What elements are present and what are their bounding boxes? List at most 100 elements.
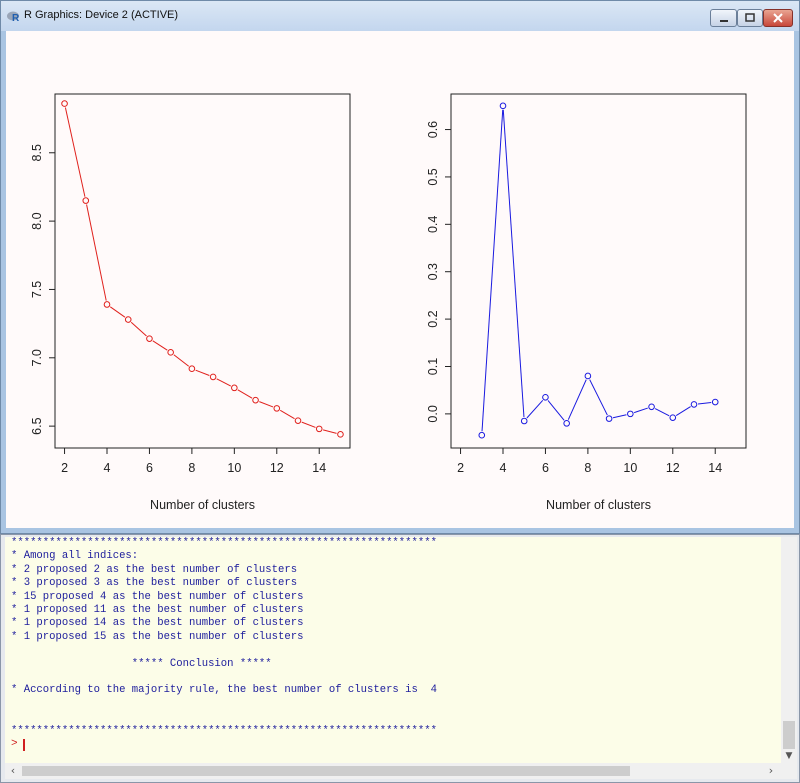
y-tick-label: 0.5 bbox=[426, 168, 440, 185]
x-axis-label: Number of clusters bbox=[546, 498, 651, 512]
x-tick-label: 6 bbox=[146, 461, 153, 475]
window-title: R Graphics: Device 2 (ACTIVE) bbox=[24, 9, 179, 21]
x-tick-label: 14 bbox=[312, 461, 326, 475]
x-tick-label: 12 bbox=[666, 461, 680, 475]
x-tick-label: 6 bbox=[542, 461, 549, 475]
graphics-window: R R Graphics: Device 2 (ACTIVE) 2 4 6 8 10 12… bbox=[0, 0, 800, 534]
minimize-button[interactable] bbox=[710, 9, 737, 27]
text-cursor bbox=[23, 739, 25, 751]
maximize-button[interactable] bbox=[737, 9, 763, 27]
data-point bbox=[605, 415, 613, 422]
console-prompt: > bbox=[11, 738, 18, 750]
series-line-segment bbox=[152, 340, 168, 351]
console-line: * 1 proposed 11 as the best number of cl… bbox=[11, 604, 304, 616]
series-line-segment bbox=[547, 400, 565, 421]
y-tick-label: 6.5 bbox=[30, 417, 44, 434]
x-tick-label: 2 bbox=[457, 461, 464, 475]
data-point bbox=[337, 431, 344, 438]
console-line: ****************************************… bbox=[11, 537, 437, 549]
data-point bbox=[542, 393, 549, 401]
data-point bbox=[563, 420, 570, 427]
x-tick-label: 10 bbox=[227, 461, 241, 475]
data-point bbox=[478, 431, 486, 439]
data-point bbox=[273, 405, 281, 412]
r-logo-icon: R bbox=[7, 11, 20, 22]
series-line-segment bbox=[654, 408, 670, 417]
y-tick-label: 7.0 bbox=[30, 349, 44, 366]
data-point bbox=[499, 102, 507, 110]
horizontal-scroll-thumb[interactable] bbox=[22, 766, 630, 776]
x-tick-label: 10 bbox=[623, 461, 637, 475]
y-tick-label: 0.0 bbox=[426, 405, 440, 422]
console-line: * 1 proposed 15 as the best number of cl… bbox=[11, 630, 304, 643]
console-line: ****************************************… bbox=[11, 724, 437, 737]
series-line-segment bbox=[589, 379, 608, 416]
x-tick-label: 4 bbox=[104, 461, 111, 475]
data-point bbox=[690, 401, 698, 408]
title-bar[interactable]: R R Graphics: Device 2 (ACTIVE) bbox=[1, 1, 799, 31]
scrollbar-corner bbox=[781, 763, 797, 779]
data-point bbox=[315, 425, 323, 433]
y-tick-label: 0.2 bbox=[426, 310, 440, 327]
svg-text:R: R bbox=[12, 13, 20, 22]
data-point bbox=[231, 384, 238, 392]
y-tick-label: 0.1 bbox=[426, 358, 440, 375]
vertical-scroll-thumb[interactable] bbox=[783, 721, 795, 749]
data-point bbox=[146, 335, 153, 342]
minimize-icon bbox=[720, 20, 728, 22]
scroll-left-icon[interactable]: ‹ bbox=[5, 763, 21, 779]
data-point bbox=[711, 398, 719, 406]
data-point bbox=[627, 410, 634, 418]
series-line-segment bbox=[173, 354, 190, 367]
plot-right: 2 4 6 8 10 12 14 0.0 0.1 0.2 0.3 0.4 0.5 0.6 Number of… bbox=[426, 93, 747, 512]
plot-left: 2 4 6 8 10 12 14 6.5 7.0 7.5 8.0 8.5 Number of clust… bbox=[30, 93, 351, 512]
x-tick-label: 8 bbox=[188, 461, 195, 475]
y-tick-label: 8.0 bbox=[30, 212, 44, 229]
data-point bbox=[294, 417, 302, 424]
series-line-segment bbox=[195, 369, 210, 376]
series-line-segment bbox=[526, 399, 544, 419]
series-line-segment bbox=[612, 414, 627, 419]
data-point bbox=[124, 316, 132, 323]
plot-frame bbox=[54, 93, 351, 449]
console-line: * 1 proposed 14 as the best number of cl… bbox=[11, 617, 304, 630]
series-line-segment bbox=[322, 429, 337, 434]
x-tick-label: 8 bbox=[584, 461, 591, 475]
scroll-right-icon[interactable]: › bbox=[763, 763, 779, 779]
console-output[interactable]: ****************************************… bbox=[5, 537, 781, 763]
series-line-segment bbox=[216, 378, 232, 387]
console-line: * 15 proposed 4 as the best number of cl… bbox=[11, 590, 304, 603]
data-point bbox=[61, 100, 68, 107]
x-axis-label: Number of clusters bbox=[150, 498, 255, 512]
maximize-icon bbox=[745, 13, 755, 22]
data-point bbox=[252, 396, 259, 404]
x-tick-label: 4 bbox=[500, 461, 507, 475]
data-point bbox=[669, 414, 677, 421]
series-line-segment bbox=[301, 421, 316, 428]
close-button[interactable] bbox=[763, 9, 793, 27]
horizontal-scrollbar[interactable]: ‹ › bbox=[5, 763, 781, 779]
series-line-segment bbox=[481, 109, 504, 432]
y-tick-label: 7.5 bbox=[30, 281, 44, 298]
vertical-scrollbar[interactable]: ▼ bbox=[781, 537, 797, 763]
console-line: * 3 proposed 3 as the best number of clu… bbox=[11, 577, 298, 590]
y-tick-label: 0.4 bbox=[426, 216, 440, 233]
series-line-segment bbox=[237, 389, 253, 399]
scroll-down-icon[interactable]: ▼ bbox=[781, 749, 797, 763]
series-line-segment bbox=[502, 109, 525, 418]
data-point bbox=[167, 349, 174, 356]
series-line-segment bbox=[64, 107, 86, 197]
x-tick-label: 12 bbox=[270, 461, 284, 475]
data-point bbox=[103, 301, 111, 308]
data-point bbox=[584, 372, 592, 380]
console-line: * According to the majority rule, the be… bbox=[11, 684, 437, 697]
data-point bbox=[209, 373, 217, 381]
series-line-segment bbox=[279, 409, 295, 420]
series-line-segment bbox=[697, 401, 712, 405]
x-tick-label: 14 bbox=[708, 461, 722, 475]
close-icon bbox=[773, 13, 783, 23]
series-line-segment bbox=[675, 406, 691, 416]
series-line-segment bbox=[567, 379, 587, 420]
series-line-segment bbox=[633, 407, 648, 414]
series-line-segment bbox=[130, 321, 147, 337]
